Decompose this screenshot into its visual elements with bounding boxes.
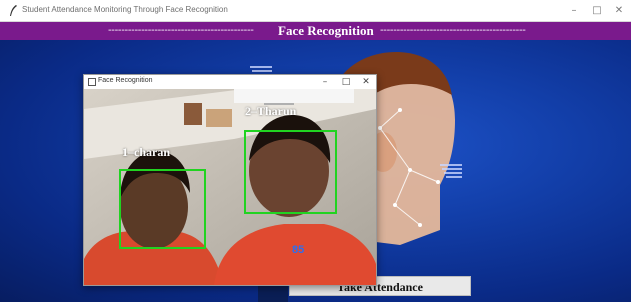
camera-close-button[interactable]: ✕ bbox=[358, 75, 374, 89]
banner-dashes-right: ----------------------------------------… bbox=[380, 25, 526, 36]
camera-window-icon bbox=[88, 78, 96, 86]
window-title: Student Attendance Monitoring Through Fa… bbox=[22, 5, 228, 14]
camera-minimize-button[interactable]: – bbox=[317, 75, 333, 89]
app-feather-icon bbox=[10, 5, 17, 16]
camera-window-title: Face Recognition bbox=[98, 77, 153, 84]
main-window: Student Attendance Monitoring Through Fa… bbox=[0, 0, 631, 302]
face-box-1 bbox=[119, 169, 206, 249]
face-label-2: 2–Tharun bbox=[245, 104, 297, 118]
page-heading: Face Recognition bbox=[278, 23, 374, 38]
close-button[interactable]: ✕ bbox=[610, 3, 628, 19]
banner-dashes-left: ----------------------------------------… bbox=[108, 25, 254, 36]
title-bar: Student Attendance Monitoring Through Fa… bbox=[0, 0, 631, 22]
face-label-1: 1–charan bbox=[122, 145, 170, 159]
face-box-2 bbox=[244, 130, 337, 214]
camera-maximize-button[interactable]: □ bbox=[338, 75, 354, 89]
page-banner: ----------------------------------------… bbox=[0, 22, 631, 40]
minimize-button[interactable]: – bbox=[565, 3, 583, 19]
confidence-score: 85 bbox=[292, 244, 305, 256]
camera-feed: 1–charan 2–Tharun 85 bbox=[84, 89, 376, 285]
camera-window: Face Recognition – □ ✕ 1–charan 2–Tharun… bbox=[83, 74, 377, 286]
maximize-button[interactable]: □ bbox=[588, 3, 606, 19]
camera-window-titlebar: Face Recognition – □ ✕ bbox=[84, 75, 376, 89]
